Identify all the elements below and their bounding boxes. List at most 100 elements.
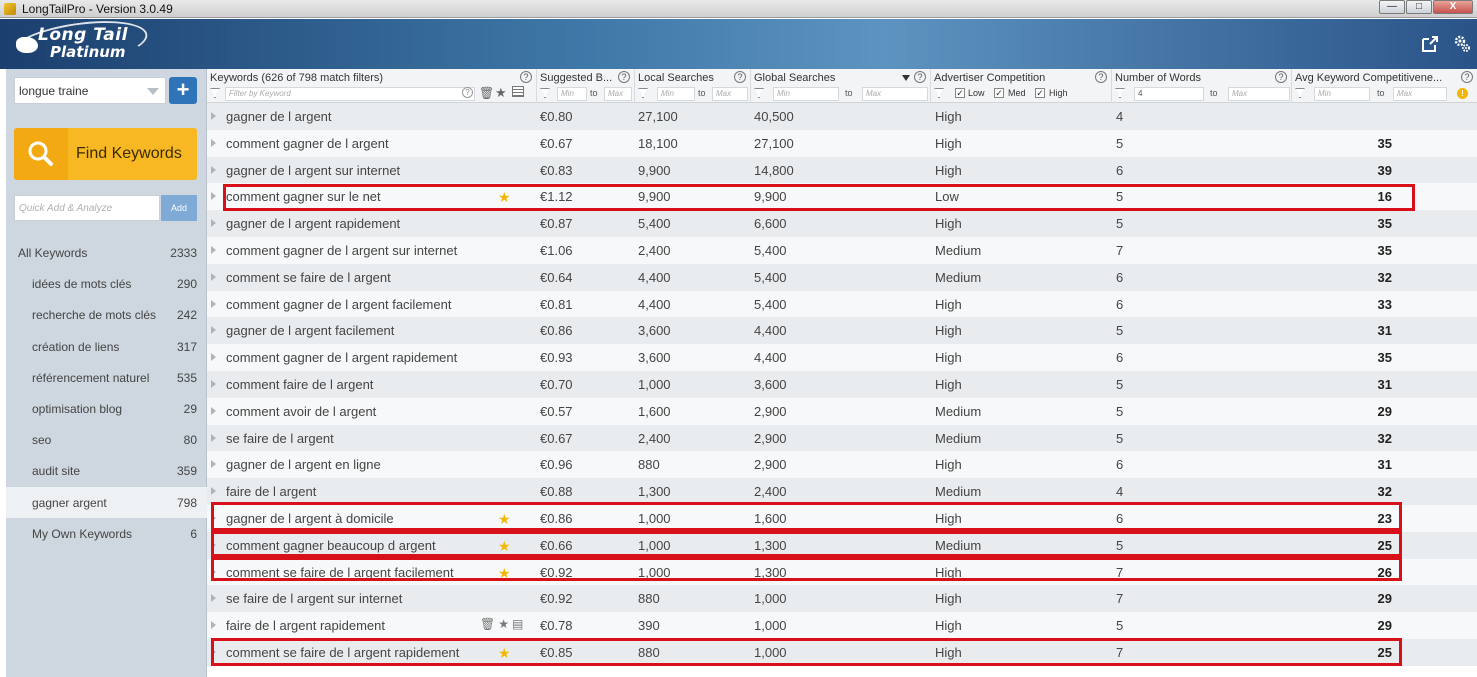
expand-row-icon[interactable]	[211, 513, 216, 522]
keyword-list-item[interactable]: création de liens 317	[6, 331, 207, 362]
keyword-list-item[interactable]: gagner argent 798	[6, 486, 207, 518]
table-row[interactable]: faire de l argent €0.88 1,300 2,400 Medium 4 3…	[207, 478, 1477, 505]
filter-icon[interactable]	[1295, 88, 1305, 98]
checkbox-med[interactable]: ✓	[994, 88, 1004, 98]
expand-row-icon[interactable]	[211, 621, 216, 630]
help-icon[interactable]: ?	[734, 71, 746, 83]
table-row[interactable]: faire de l argent rapidement €0.78 390 1,00…	[207, 612, 1477, 639]
favorite-star-icon[interactable]: ★	[498, 645, 511, 662]
table-row[interactable]: comment se faire de l argent rapidement €…	[207, 638, 1477, 666]
trash-icon[interactable]: 🗑	[480, 617, 495, 631]
keyword-list-item[interactable]: All Keywords 2333	[6, 237, 207, 268]
checkbox-low[interactable]: ✓	[955, 88, 965, 98]
expand-row-icon[interactable]	[211, 460, 216, 469]
help-icon[interactable]: ?	[618, 71, 630, 83]
table-row[interactable]: gagner de l argent €0.80 27,100 40,500 High 4	[207, 103, 1477, 130]
col-avg-competitiveness[interactable]: Avg Keyword Competitivene... ? Min to Ma…	[1292, 69, 1477, 103]
project-select[interactable]: longue traine	[14, 77, 166, 104]
global-min-input[interactable]: Min	[773, 87, 839, 101]
expand-row-icon[interactable]	[211, 138, 216, 147]
expand-row-icon[interactable]	[211, 192, 216, 201]
table-row[interactable]: comment gagner de l argent rapidement €0.…	[207, 344, 1477, 371]
expand-row-icon[interactable]	[211, 353, 216, 362]
keyword-filter-input[interactable]: Filter by Keyword	[225, 87, 475, 101]
find-keywords-button[interactable]: Find Keywords	[14, 128, 197, 180]
table-row[interactable]: comment se faire de l argent €0.64 4,400 5,…	[207, 263, 1477, 291]
words-max-input[interactable]: Max	[1228, 87, 1290, 101]
keyword-list-item[interactable]: référencement naturel 535	[6, 362, 207, 393]
expand-row-icon[interactable]	[211, 594, 216, 603]
quick-add-button[interactable]: Add	[161, 195, 197, 221]
col-suggested-bid[interactable]: Suggested B... ? Min to Max	[537, 69, 635, 103]
expand-row-icon[interactable]	[211, 433, 216, 442]
table-row[interactable]: comment gagner de l argent €0.67 18,100 27,…	[207, 129, 1477, 157]
sort-desc-icon[interactable]	[902, 75, 910, 81]
expand-row-icon[interactable]	[211, 647, 216, 656]
expand-row-icon[interactable]	[211, 272, 216, 281]
expand-row-icon[interactable]	[211, 299, 216, 308]
minimize-button[interactable]: —	[1379, 0, 1405, 14]
local-min-input[interactable]: Min	[657, 87, 695, 101]
favorite-star-icon[interactable]: ★	[498, 189, 511, 206]
expand-row-icon[interactable]	[211, 379, 216, 388]
col-local-searches[interactable]: Local Searches ? Min to Max	[635, 69, 751, 103]
table-row[interactable]: comment se faire de l argent facilement €…	[207, 558, 1477, 586]
quick-add-input[interactable]: Quick Add & Analyze	[14, 195, 160, 221]
global-max-input[interactable]: Max	[862, 87, 928, 101]
words-min-input[interactable]: 4	[1134, 87, 1204, 101]
expand-row-icon[interactable]	[211, 245, 216, 254]
warning-icon[interactable]: !	[1457, 88, 1468, 99]
notes-icon[interactable]	[512, 86, 524, 97]
col-number-of-words[interactable]: Number of Words ? 4 to Max	[1112, 69, 1292, 103]
table-row[interactable]: gagner de l argent rapidement €0.87 5,400 6…	[207, 210, 1477, 237]
expand-row-icon[interactable]	[211, 567, 216, 576]
help-icon[interactable]: ?	[1095, 71, 1107, 83]
filter-icon[interactable]	[210, 88, 220, 98]
expand-row-icon[interactable]	[211, 326, 216, 335]
keyword-list-item[interactable]: idées de mots clés 290	[6, 268, 207, 299]
expand-row-icon[interactable]	[211, 219, 216, 228]
help-icon[interactable]: ?	[1461, 71, 1473, 83]
close-button[interactable]: X	[1433, 0, 1473, 14]
add-project-button[interactable]: +	[169, 77, 197, 104]
keyword-list-item[interactable]: recherche de mots clés 242	[6, 299, 207, 330]
bid-max-input[interactable]: Max	[604, 87, 632, 101]
trash-icon[interactable]: 🗑	[479, 86, 494, 100]
avg-max-input[interactable]: Max	[1393, 87, 1447, 101]
table-row[interactable]: comment gagner de l argent sur internet €…	[207, 236, 1477, 264]
table-row[interactable]: comment gagner sur le net €1.12 9,900 9,900…	[207, 183, 1477, 211]
col-advertiser-competition[interactable]: Advertiser Competition ? ✓ Low ✓ Med ✓ H…	[931, 69, 1112, 103]
table-row[interactable]: gagner de l argent en ligne €0.96 880 2,900…	[207, 451, 1477, 479]
maximize-button[interactable]: □	[1406, 0, 1432, 14]
avg-min-input[interactable]: Min	[1314, 87, 1370, 101]
table-row[interactable]: se faire de l argent €0.67 2,400 2,900 Mediu…	[207, 424, 1477, 452]
keyword-list-item[interactable]: My Own Keywords 6	[6, 518, 207, 549]
external-link-icon[interactable]	[1420, 34, 1440, 54]
keyword-list-item[interactable]: seo 80	[6, 424, 207, 455]
filter-icon[interactable]	[638, 88, 648, 98]
col-keywords[interactable]: Keywords (626 of 798 match filters) ? Fi…	[207, 69, 537, 103]
help-icon[interactable]: ?	[520, 71, 532, 83]
star-filter-icon[interactable]: ★	[495, 85, 507, 101]
col-global-searches[interactable]: Global Searches ? Min to Max	[751, 69, 931, 103]
table-row[interactable]: gagner de l argent sur internet €0.83 9,90…	[207, 156, 1477, 184]
filter-icon[interactable]	[1115, 88, 1125, 98]
expand-row-icon[interactable]	[211, 406, 216, 415]
favorite-star-icon[interactable]: ★	[498, 538, 511, 555]
table-row[interactable]: se faire de l argent sur internet €0.92 88…	[207, 585, 1477, 613]
expand-row-icon[interactable]	[211, 487, 216, 496]
favorite-star-icon[interactable]: ★	[498, 511, 511, 528]
expand-row-icon[interactable]	[211, 165, 216, 174]
keyword-list-item[interactable]: audit site 359	[6, 455, 207, 486]
table-row[interactable]: comment faire de l argent €0.70 1,000 3,600…	[207, 370, 1477, 398]
bid-min-input[interactable]: Min	[557, 87, 587, 101]
expand-row-icon[interactable]	[211, 540, 216, 549]
filter-icon[interactable]	[754, 88, 764, 98]
help-icon[interactable]: ?	[1275, 71, 1287, 83]
filter-help-icon[interactable]: ?	[462, 87, 473, 98]
table-row[interactable]: comment avoir de l argent €0.57 1,600 2,900…	[207, 397, 1477, 425]
local-max-input[interactable]: Max	[712, 87, 748, 101]
checkbox-high[interactable]: ✓	[1035, 88, 1045, 98]
table-row[interactable]: comment gagner beaucoup d argent €0.66 1,0…	[207, 531, 1477, 559]
table-row[interactable]: gagner de l argent à domicile €0.86 1,000 1…	[207, 504, 1477, 532]
